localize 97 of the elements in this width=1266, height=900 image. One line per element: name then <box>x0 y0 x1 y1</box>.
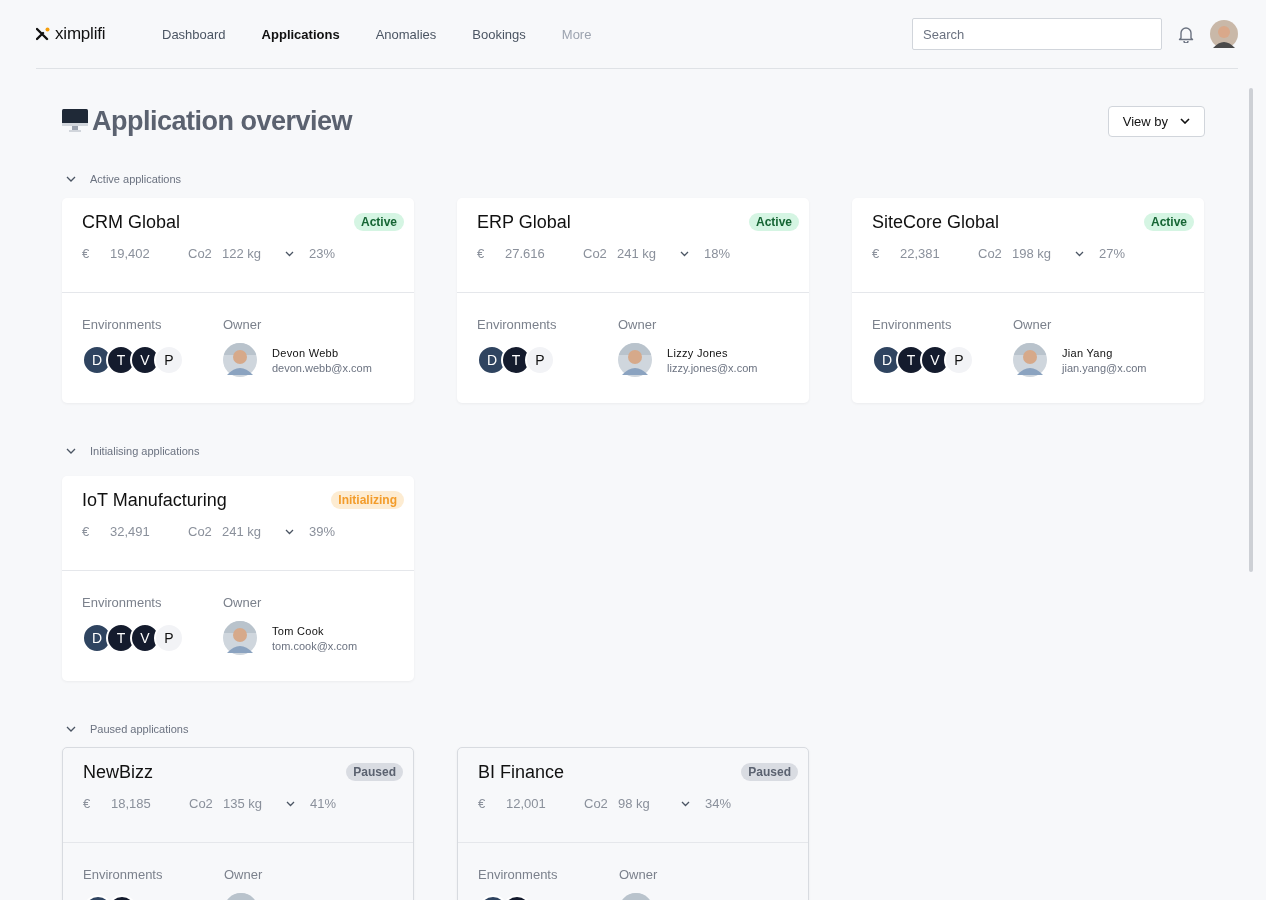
change-percent: 27% <box>1099 246 1126 261</box>
co2-value: 122 kg <box>222 246 263 261</box>
owner-label: Owner <box>223 317 263 332</box>
application-card[interactable]: ERP Global Active € 27.616 Co2 241 kg 18% Environments D T P Owner Lizzy Jones lizzy.jones@x.com <box>457 198 809 403</box>
chevron-down-icon[interactable] <box>66 448 76 454</box>
owner-name: Jian Yang <box>1062 346 1114 359</box>
logo-icon <box>36 27 50 41</box>
change-percent: 34% <box>705 796 732 811</box>
co2-value: 98 kg <box>618 796 651 811</box>
chevron-down-icon <box>1075 250 1084 257</box>
chevron-down-icon <box>285 528 294 535</box>
co2-label: Co2 <box>978 246 1003 261</box>
logo-text: ximplifi <box>55 24 106 44</box>
application-name: CRM Global <box>82 211 181 233</box>
application-name: ERP Global <box>477 211 571 233</box>
environment-avatar[interactable]: P <box>944 345 974 375</box>
chevron-down-icon <box>285 250 294 257</box>
cost-value: 27.616 <box>505 246 546 261</box>
environments-label: Environments <box>478 867 559 882</box>
change-percent: 18% <box>704 246 731 261</box>
environments-label: Environments <box>83 867 164 882</box>
environments-label: Environments <box>872 317 953 332</box>
nav-link[interactable]: Anomalies <box>375 26 437 42</box>
nav-link[interactable]: Applications <box>261 26 340 42</box>
status-badge: Initializing <box>331 491 404 509</box>
nav-link[interactable]: Dashboard <box>162 26 226 42</box>
currency-symbol: € <box>477 246 486 261</box>
co2-label: Co2 <box>583 246 608 261</box>
application-card[interactable]: SiteCore Global Active € 22,381 Co2 198 kg 27% Environments D T V P Owner Jian Yang jian.yang@x.com <box>852 198 1204 403</box>
chevron-down-icon <box>681 800 690 807</box>
section-label: Active applications <box>90 173 182 185</box>
status-badge: Active <box>1143 213 1194 231</box>
cost-value: 18,185 <box>111 796 152 811</box>
search-field[interactable]: Search <box>912 18 1162 50</box>
cost-value: 32,491 <box>110 524 151 539</box>
owner-name: Lizzy Jones <box>667 346 729 359</box>
co2-label: Co2 <box>188 524 213 539</box>
change-percent: 23% <box>309 246 336 261</box>
environment-avatar[interactable]: P <box>154 345 184 375</box>
application-name: BI Finance <box>478 761 565 783</box>
cost-value: 19,402 <box>110 246 151 261</box>
status-badge: Active <box>748 213 799 231</box>
currency-symbol: € <box>82 524 91 539</box>
co2-value: 241 kg <box>617 246 658 261</box>
chevron-down-icon[interactable] <box>66 176 76 182</box>
status-badge: Paused <box>346 763 403 781</box>
change-percent: 41% <box>310 796 337 811</box>
environment-avatar[interactable]: P <box>525 345 555 375</box>
section-label: Initialising applications <box>90 445 200 457</box>
owner-name: Tom Cook <box>272 624 325 637</box>
monitor-icon <box>62 109 88 133</box>
owner-label: Owner <box>224 867 263 882</box>
cost-value: 12,001 <box>506 796 547 811</box>
owner-email: lizzy.jones@x.com <box>667 361 758 374</box>
owner-email: tom.cook@x.com <box>272 639 358 652</box>
co2-value: 198 kg <box>1012 246 1053 261</box>
co2-value: 135 kg <box>223 796 264 811</box>
application-name: IoT Manufacturing <box>82 489 227 511</box>
currency-symbol: € <box>82 246 91 261</box>
cost-value: 22,381 <box>900 246 941 261</box>
environments-label: Environments <box>82 595 163 610</box>
environments-label: Environments <box>477 317 558 332</box>
currency-symbol: € <box>872 246 881 261</box>
section-label: Paused applications <box>90 723 189 735</box>
application-card[interactable]: CRM Global Active € 19,402 Co2 122 kg 23% Environments D T V P Owner Devon Webb devon.webb@x.com <box>62 198 414 403</box>
change-percent: 39% <box>309 524 336 539</box>
co2-value: 241 kg <box>222 524 263 539</box>
owner-label: Owner <box>618 317 658 332</box>
owner-email: devon.webb@x.com <box>272 361 372 374</box>
application-card[interactable]: NewBizz Paused € 18,185 Co2 135 kg 41% Environments Owner <box>62 747 414 900</box>
view-by-dropdown[interactable]: View by <box>1107 105 1205 137</box>
chevron-down-icon <box>680 250 689 257</box>
application-card[interactable]: BI Finance Paused € 12,001 Co2 98 kg 34% Environments Owner <box>457 747 809 900</box>
application-name: NewBizz <box>83 761 153 783</box>
application-name: SiteCore Global <box>872 211 1000 233</box>
owner-email: jian.yang@x.com <box>1062 361 1147 374</box>
chevron-down-icon <box>286 800 295 807</box>
currency-symbol: € <box>478 796 487 811</box>
co2-label: Co2 <box>189 796 214 811</box>
bell-icon[interactable] <box>1178 25 1194 43</box>
nav-link[interactable]: Bookings <box>472 26 526 42</box>
co2-label: Co2 <box>584 796 609 811</box>
environment-avatar[interactable]: P <box>154 623 184 653</box>
co2-label: Co2 <box>188 246 213 261</box>
chevron-down-icon[interactable] <box>66 726 76 732</box>
owner-label: Owner <box>223 595 263 610</box>
owner-label: Owner <box>1013 317 1053 332</box>
scrollbar[interactable] <box>1249 88 1253 572</box>
chevron-down-icon <box>1180 118 1190 124</box>
owner-name: Devon Webb <box>272 346 340 359</box>
application-card[interactable]: IoT Manufacturing Initializing € 32,491 Co2 241 kg 39% Environments D T V P Owner Tom Cook tom.cook@x.com <box>62 476 414 681</box>
environments-label: Environments <box>82 317 163 332</box>
page-title: Application overview <box>92 105 353 137</box>
status-badge: Paused <box>741 763 798 781</box>
currency-symbol: € <box>83 796 92 811</box>
owner-label: Owner <box>619 867 658 882</box>
status-badge: Active <box>353 213 404 231</box>
